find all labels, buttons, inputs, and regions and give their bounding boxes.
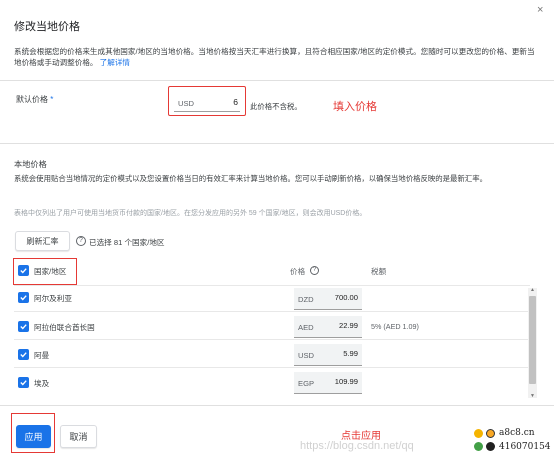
refresh-rates-button[interactable]: 刷新汇率 xyxy=(15,231,70,251)
penguin-icon xyxy=(486,442,495,451)
wechat-icon xyxy=(474,442,483,451)
column-tax: 税额 xyxy=(371,267,387,276)
learn-more-link[interactable]: 了解详情 xyxy=(100,58,130,67)
scrollbar-thumb[interactable] xyxy=(529,296,536,384)
row-price-input[interactable]: AED 22.99 xyxy=(294,316,362,338)
row-tax: 5% (AED 1.09) xyxy=(371,322,419,331)
footer-divider xyxy=(0,405,554,406)
divider xyxy=(0,143,554,144)
close-icon[interactable]: × xyxy=(537,4,543,16)
column-country: 国家/地区 xyxy=(34,267,67,276)
scroll-down-icon[interactable]: ▼ xyxy=(530,393,535,399)
tax-note: 此价格不含税。 xyxy=(250,102,302,111)
row-checkbox[interactable] xyxy=(18,349,29,360)
row-checkbox[interactable] xyxy=(18,377,29,388)
description-text: 系统会根据您的价格来生成其他国家/地区的当地价格。当地价格按当天汇率进行换算，且… xyxy=(14,47,535,67)
currency-label: USD xyxy=(178,99,195,108)
apply-button[interactable]: 应用 xyxy=(16,425,51,448)
table-divider xyxy=(14,367,530,368)
select-all-checkbox[interactable] xyxy=(18,265,29,276)
row-price: 109.99 xyxy=(334,377,358,386)
row-checkbox[interactable] xyxy=(18,321,29,332)
annotation-enter-price: 填入价格 xyxy=(333,101,377,113)
default-price-input[interactable]: USD 6 xyxy=(174,96,240,112)
dialog-title: 修改当地价格 xyxy=(14,21,80,33)
selected-count: 已选择 81 个国家/地区 xyxy=(89,238,165,247)
row-price: 5.99 xyxy=(343,349,358,358)
row-checkbox[interactable] xyxy=(18,292,29,303)
table-body: 阿尔及利亚 DZD 700.00 阿拉伯联合酋长国 AED 22.99 5% (… xyxy=(0,288,530,398)
row-country: 阿拉伯联合酋长国 xyxy=(34,323,95,332)
table-divider xyxy=(14,311,530,312)
row-price: 700.00 xyxy=(334,293,358,302)
local-price-description: 系统会使用贴合当地情况的定价模式以及您设置价格当日的有效汇率来计算当地价格。您可… xyxy=(14,174,488,183)
watermark: https://blog.csdn.net/qq xyxy=(300,440,414,452)
row-currency: EGP xyxy=(298,379,315,388)
row-country: 阿曼 xyxy=(34,351,50,360)
help-icon[interactable]: ? xyxy=(76,236,86,246)
dialog-description: 系统会根据您的价格来生成其他国家/地区的当地价格。当地价格按当天汇率进行换算，且… xyxy=(14,46,540,68)
local-price-note: 表格中仅列出了用户可使用当地货币付款的国家/地区。在您分发应用的另外 59 个国… xyxy=(14,210,367,217)
qq-text: 416070154 xyxy=(499,442,551,452)
smiley-icon xyxy=(474,429,483,438)
site-text: a8c8.cn xyxy=(499,428,535,438)
row-price-input[interactable]: EGP 109.99 xyxy=(294,372,362,394)
row-price: 22.99 xyxy=(338,321,358,330)
qq-penguin-icon xyxy=(486,429,495,438)
price-help-icon[interactable]: ? xyxy=(310,266,319,275)
row-country: 阿尔及利亚 xyxy=(34,294,72,303)
row-country: 埃及 xyxy=(34,379,50,388)
row-currency: DZD xyxy=(298,295,314,304)
column-price-text: 价格 xyxy=(290,267,306,276)
scroll-up-icon[interactable]: ▲ xyxy=(530,287,535,293)
cancel-button[interactable]: 取消 xyxy=(60,425,97,448)
row-currency: AED xyxy=(298,323,314,332)
row-price-input[interactable]: DZD 700.00 xyxy=(294,288,362,310)
default-price-label: 默认价格 * xyxy=(16,94,53,105)
divider xyxy=(0,80,554,81)
table-divider xyxy=(14,285,530,286)
default-price-label-text: 默认价格 xyxy=(16,95,48,104)
row-currency: USD xyxy=(298,351,315,360)
default-price-value: 6 xyxy=(233,97,238,107)
table-divider xyxy=(14,339,530,340)
required-mark: * xyxy=(50,95,54,104)
local-price-heading: 本地价格 xyxy=(14,160,47,169)
row-price-input[interactable]: USD 5.99 xyxy=(294,344,362,366)
column-price: 价格 xyxy=(290,266,305,277)
